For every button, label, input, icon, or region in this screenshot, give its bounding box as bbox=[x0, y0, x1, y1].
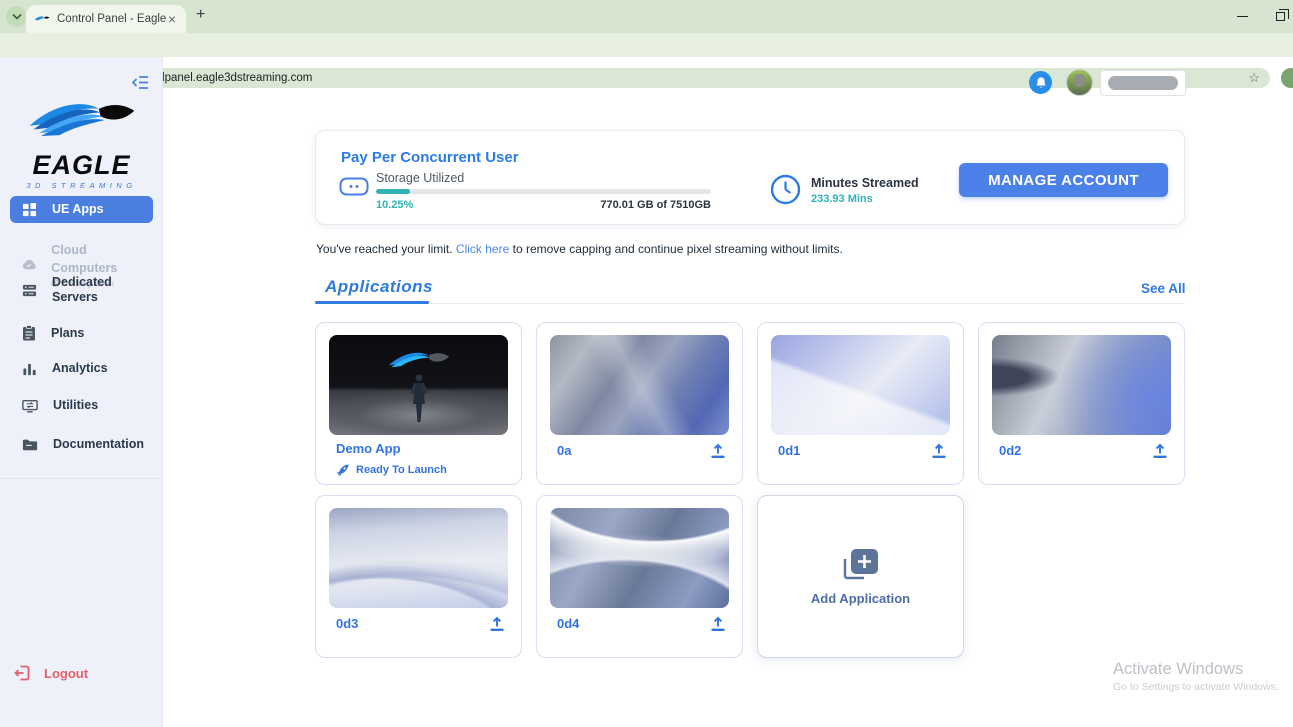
notifications-button[interactable] bbox=[1029, 71, 1052, 94]
bell-icon bbox=[1035, 77, 1046, 88]
bar-chart-icon bbox=[23, 363, 36, 376]
click-here-link[interactable]: Click here bbox=[456, 242, 509, 256]
window-minimize-button[interactable] bbox=[1237, 15, 1248, 18]
logout-button[interactable]: Logout bbox=[14, 665, 88, 681]
sidebar-item-plans[interactable]: Plans bbox=[10, 319, 153, 347]
browser-toolbar: ← → newcontrolpanel.eagle3dstreaming.com… bbox=[0, 33, 1293, 88]
applications-divider-accent bbox=[315, 301, 429, 304]
add-application-label: Add Application bbox=[810, 591, 911, 606]
app-name: 0a bbox=[557, 443, 572, 458]
eagle-logo-icon bbox=[29, 104, 134, 136]
browser-tabstrip: Control Panel - Eagle × + bbox=[0, 0, 1293, 33]
logo-subtitle: 3D STREAMING bbox=[26, 181, 137, 190]
upload-icon[interactable] bbox=[710, 443, 726, 458]
add-application-card[interactable]: Add Application bbox=[757, 495, 964, 658]
sidebar-collapse-icon[interactable] bbox=[132, 75, 149, 90]
applications-title: Applications bbox=[325, 277, 434, 296]
sidebar-item-utilities[interactable]: Utilities bbox=[10, 392, 153, 419]
app-card[interactable]: Demo App Ready To Launch bbox=[315, 322, 522, 485]
clock-icon bbox=[770, 174, 801, 205]
storage-detail: 770.01 GB of 7510GB bbox=[600, 199, 711, 211]
app-card[interactable]: 0d1 bbox=[757, 322, 964, 485]
see-all-link[interactable]: See All bbox=[1141, 281, 1186, 296]
character-figure bbox=[410, 374, 427, 422]
app-name: 0d2 bbox=[999, 443, 1022, 458]
upload-icon[interactable] bbox=[489, 616, 505, 631]
app-name: Demo App bbox=[336, 441, 401, 456]
grid-icon bbox=[22, 202, 37, 217]
plan-name: Pay Per Concurrent User bbox=[341, 149, 519, 166]
applications-divider bbox=[315, 303, 1185, 304]
logout-icon bbox=[14, 665, 30, 681]
app-name: 0d1 bbox=[778, 443, 801, 458]
tab-title: Control Panel - Eagle bbox=[57, 13, 166, 25]
chevron-down-icon bbox=[11, 13, 22, 20]
sidebar-item-analytics[interactable]: Analytics bbox=[10, 355, 153, 382]
minutes-streamed-label: Minutes Streamed bbox=[811, 176, 919, 190]
upload-icon[interactable] bbox=[710, 616, 726, 631]
upload-icon[interactable] bbox=[1152, 443, 1168, 458]
app-card[interactable]: 0a bbox=[536, 322, 743, 485]
browser-tab[interactable]: Control Panel - Eagle × bbox=[26, 5, 186, 33]
app-status: Ready To Launch bbox=[336, 463, 447, 477]
app-name: 0d3 bbox=[336, 616, 359, 631]
app-card[interactable]: 0d2 bbox=[978, 322, 1185, 485]
app-status-text: Ready To Launch bbox=[356, 464, 447, 476]
eagle-logo: EAGLE 3D STREAMING bbox=[0, 97, 163, 190]
minutes-streamed-value: 233.93 Mins bbox=[811, 193, 873, 205]
window-restore-button[interactable] bbox=[1276, 9, 1289, 21]
logo-title: EAGLE bbox=[32, 150, 131, 180]
clipboard-icon bbox=[23, 325, 35, 341]
app-thumbnail bbox=[550, 508, 729, 608]
plan-banner: Pay Per Concurrent User Storage Utilized… bbox=[315, 130, 1185, 225]
rocket-icon bbox=[336, 464, 349, 477]
sidebar: EAGLE 3D STREAMING UE Apps Cloud Compute… bbox=[0, 57, 163, 727]
manage-account-button[interactable]: MANAGE ACCOUNT bbox=[959, 163, 1168, 197]
storage-label: Storage Utilized bbox=[376, 171, 465, 185]
new-tab-button[interactable]: + bbox=[196, 6, 205, 24]
storage-progress-fill bbox=[376, 189, 411, 194]
servers-icon bbox=[22, 284, 37, 296]
user-avatar[interactable] bbox=[1066, 69, 1093, 96]
app-thumbnail bbox=[329, 508, 508, 608]
eagle-favicon bbox=[34, 16, 50, 21]
tab-search-button[interactable] bbox=[6, 6, 27, 27]
activate-windows-subtext: Go to Settings to activate Windows. bbox=[1113, 681, 1279, 693]
app-name: 0d4 bbox=[557, 616, 580, 631]
app-thumbnail bbox=[329, 335, 508, 435]
add-application-body: Add Application bbox=[758, 496, 963, 657]
sidebar-item-ue-apps[interactable]: UE Apps bbox=[10, 196, 153, 223]
add-application-icon bbox=[843, 549, 878, 580]
browser-profile-avatar[interactable] bbox=[1281, 68, 1293, 88]
app-thumbnail bbox=[550, 335, 729, 435]
user-name-pill[interactable] bbox=[1100, 70, 1186, 96]
upload-icon[interactable] bbox=[931, 443, 947, 458]
bookmark-star-icon[interactable]: ☆ bbox=[1248, 70, 1260, 86]
folder-icon bbox=[22, 439, 38, 451]
applications-grid: Demo App Ready To Launch 0a 0d1 0d2 0d3 … bbox=[315, 322, 1185, 658]
storage-icon bbox=[339, 177, 369, 196]
app-card[interactable]: 0d4 bbox=[536, 495, 743, 658]
sidebar-item-dedicated-servers[interactable]: Dedicated Servers bbox=[10, 269, 153, 311]
sidebar-item-documentation[interactable]: Documentation bbox=[10, 431, 153, 458]
utilities-monitor-icon bbox=[22, 399, 38, 412]
tab-close-icon[interactable]: × bbox=[166, 11, 178, 27]
app-card[interactable]: 0d3 bbox=[315, 495, 522, 658]
storage-progress-bar bbox=[376, 189, 711, 194]
activate-windows-watermark: Activate Windows bbox=[1113, 660, 1244, 678]
sidebar-divider bbox=[0, 478, 163, 479]
app-thumbnail bbox=[992, 335, 1171, 435]
app-thumbnail bbox=[771, 335, 950, 435]
limit-notice: You've reached your limit. Click here to… bbox=[316, 242, 843, 256]
